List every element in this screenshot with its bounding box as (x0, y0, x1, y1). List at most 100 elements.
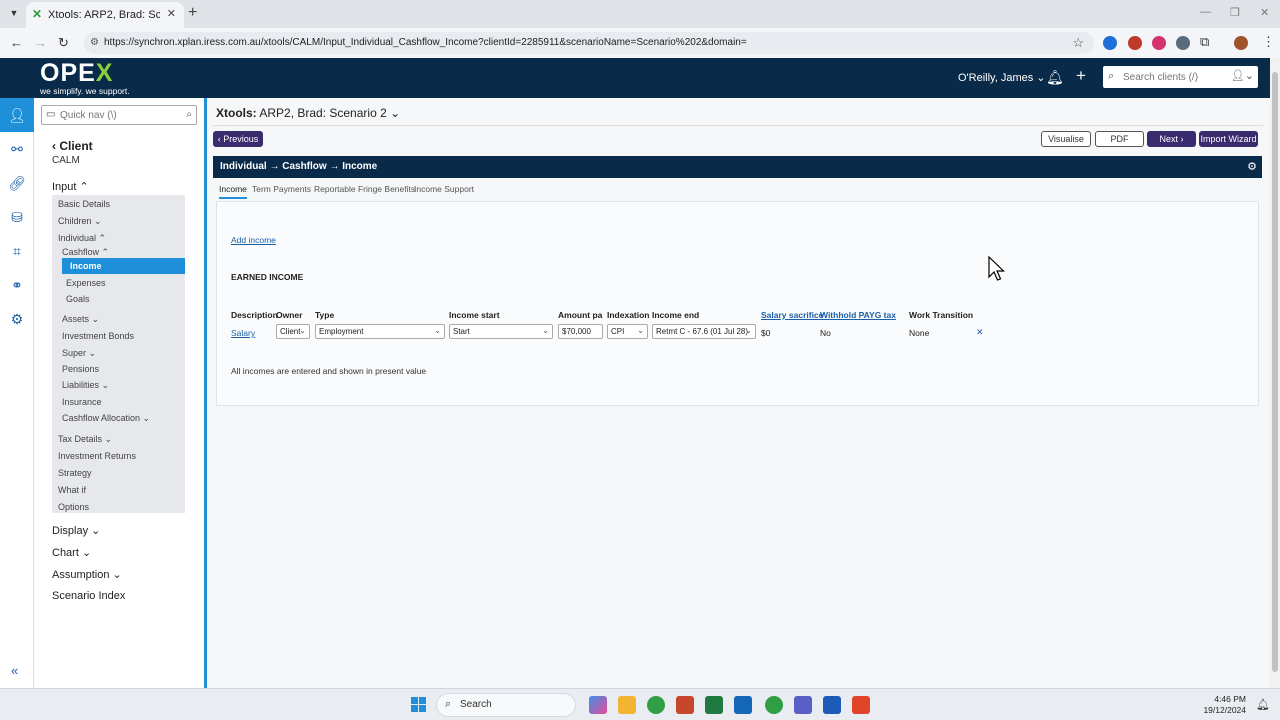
network-icon[interactable]: ⚯ (0, 132, 34, 166)
extension-icon[interactable] (1128, 36, 1142, 50)
type-select[interactable]: Employment ⌄ (315, 324, 445, 339)
link-icon[interactable]: 🔗︎ (0, 166, 34, 200)
client-person-icon[interactable]: 👤︎ (0, 98, 34, 132)
tab-income-support[interactable]: Income Support (414, 184, 474, 194)
salary-sacrifice-header-link[interactable]: Salary sacrifice (761, 310, 823, 320)
file-explorer-icon[interactable] (618, 696, 636, 714)
sidebar-section-input[interactable]: Input ⌃ (52, 180, 89, 193)
opex-logo[interactable]: OPEX we simplify. we support. (40, 60, 130, 96)
page-title[interactable]: Xtools: ARP2, Brad: Scenario 2 ⌄ (216, 106, 400, 120)
browser-tab[interactable]: ✕ Xtools: ARP2, Brad: Scenario 2 | ✕ (26, 2, 184, 28)
user-menu[interactable]: O'Reilly, James ⌄ (958, 71, 1046, 84)
copilot-icon[interactable] (589, 696, 607, 714)
sidebar-item-income[interactable]: Income (62, 258, 185, 274)
sidebar-item-goals[interactable]: Goals (66, 294, 90, 304)
sidebar-item-basic-details[interactable]: Basic Details (58, 199, 110, 209)
sidebar-section-chart[interactable]: Chart ⌄ (52, 546, 91, 559)
reload-icon[interactable]: ↻ (58, 35, 69, 51)
notifications-bell-icon[interactable]: 🔔︎ (1046, 69, 1064, 86)
visualise-button[interactable]: Visualise (1041, 131, 1091, 147)
bookmark-star-icon[interactable]: ☆ (1072, 35, 1084, 51)
sidebar-item-what-if[interactable]: What if (58, 485, 86, 495)
sidebar-item-investment-bonds[interactable]: Investment Bonds (62, 331, 134, 341)
chrome-profile-icon[interactable] (765, 696, 783, 714)
new-tab-icon[interactable]: + (188, 4, 197, 22)
powerpoint-icon[interactable] (676, 696, 694, 714)
clock[interactable]: 4:46 PM 19/12/2024 (1203, 694, 1246, 716)
amount-input[interactable]: $70,000 (558, 324, 603, 339)
tab-reportable-fringe-benefits[interactable]: Reportable Fringe Benefits (314, 184, 415, 194)
page-scrollbar[interactable] (1270, 58, 1280, 688)
extensions-puzzle-icon[interactable]: ⧉ (1200, 34, 1209, 50)
owner-select[interactable]: Client ⌄ (276, 324, 310, 339)
salary-description-link[interactable]: Salary (231, 328, 255, 338)
sidebar-item-expenses[interactable]: Expenses (66, 278, 106, 288)
pdf-button[interactable]: PDF (1095, 131, 1144, 147)
notification-icon[interactable]: 🔔︎ (1256, 698, 1270, 711)
sidebar-item-pensions[interactable]: Pensions (62, 364, 99, 374)
next-button[interactable]: Next › (1147, 131, 1196, 147)
outlook-icon[interactable] (734, 696, 752, 714)
scroll-thumb[interactable] (1272, 72, 1278, 672)
sidebar-item-strategy[interactable]: Strategy (58, 468, 92, 478)
windows-start-icon[interactable] (411, 697, 427, 713)
forward-icon[interactable]: → (34, 35, 47, 50)
browser-menu-icon[interactable]: ⋮ (1262, 34, 1275, 50)
settings-gear-icon[interactable]: ⚙ (1247, 160, 1257, 173)
income-start-select[interactable]: Start ⌄ (449, 324, 553, 339)
word-icon[interactable] (823, 696, 841, 714)
import-wizard-button[interactable]: Import Wizard (1199, 131, 1258, 147)
handshake-icon[interactable]: ⚭ (0, 268, 34, 302)
back-icon[interactable]: ← (10, 35, 23, 50)
extension-icon[interactable] (1103, 36, 1117, 50)
withhold-payg-header-link[interactable]: Withhold PAYG tax (820, 310, 896, 320)
sidebar-section-scenario-index[interactable]: Scenario Index (52, 590, 125, 602)
extension-icon[interactable] (1176, 36, 1190, 50)
search-clients[interactable]: ⌕ 👤︎⌄ (1103, 66, 1258, 88)
search-clients-input[interactable] (1123, 69, 1233, 85)
teams-icon[interactable] (794, 696, 812, 714)
binoculars-icon[interactable]: ⌗ (0, 234, 34, 268)
sidebar-item-cashflow-allocation[interactable]: Cashflow Allocation ⌄ (62, 413, 150, 424)
indexation-select[interactable]: CPI ⌄ (607, 324, 648, 339)
taskbar-search[interactable]: ⌕ Search (436, 693, 576, 717)
extension-icon[interactable] (1152, 36, 1166, 50)
collapse-sidebar-icon[interactable]: « (11, 663, 18, 678)
sidebar-item-tax-details[interactable]: Tax Details ⌄ (58, 434, 112, 445)
site-info-icon[interactable]: ⚙ (90, 37, 99, 48)
database-icon[interactable]: ⛁ (0, 200, 34, 234)
settings-icon[interactable]: ⚙ (0, 302, 34, 336)
quicknav[interactable]: ▭ ⌕ (41, 105, 197, 125)
sidebar-section-assumption[interactable]: Assumption ⌄ (52, 568, 122, 581)
sidebar-item-investment-returns[interactable]: Investment Returns (58, 451, 136, 461)
sidebar-item-liabilities[interactable]: Liabilities ⌄ (62, 380, 109, 391)
sidebar-item-assets[interactable]: Assets ⌄ (62, 314, 99, 325)
close-tab-icon[interactable]: ✕ (167, 7, 176, 20)
tab-list-dropdown-icon[interactable]: ▼ (6, 5, 22, 21)
sidebar-item-super[interactable]: Super ⌄ (62, 348, 96, 359)
url-field[interactable]: ⚙ https://synchron.xplan.iress.com.au/xt… (84, 32, 1094, 54)
app-icon[interactable] (852, 696, 870, 714)
sidebar-item-options[interactable]: Options (58, 502, 89, 512)
add-income-link[interactable]: Add income (231, 235, 276, 245)
user-filter-icon[interactable]: 👤︎⌄ (1231, 69, 1254, 82)
sidebar-section-display[interactable]: Display ⌄ (52, 524, 100, 537)
sidebar-item-insurance[interactable]: Insurance (62, 397, 102, 407)
sidebar-item-children[interactable]: Children ⌄ (58, 216, 102, 227)
maximize-icon[interactable]: ❐ (1230, 6, 1240, 19)
chrome-icon[interactable] (647, 696, 665, 714)
tab-income[interactable]: Income (219, 184, 247, 199)
tab-term-payments[interactable]: Term Payments (252, 184, 311, 194)
add-icon[interactable]: + (1076, 66, 1086, 86)
sidebar-item-individual[interactable]: Individual ⌃ (58, 233, 106, 244)
delete-row-icon[interactable]: ✕ (976, 327, 984, 338)
profile-avatar[interactable] (1234, 36, 1248, 50)
excel-icon[interactable] (705, 696, 723, 714)
income-end-select[interactable]: Retmt C - 67.6 (01 Jul 28) ⌄ (652, 324, 756, 339)
quicknav-input[interactable] (60, 108, 170, 122)
close-window-icon[interactable]: ✕ (1260, 6, 1269, 19)
client-link[interactable]: ‹ Client (52, 139, 93, 153)
minimize-icon[interactable]: — (1200, 6, 1211, 18)
previous-button[interactable]: ‹ Previous (213, 131, 263, 147)
sidebar-item-cashflow[interactable]: Cashflow ⌃ (62, 247, 109, 258)
